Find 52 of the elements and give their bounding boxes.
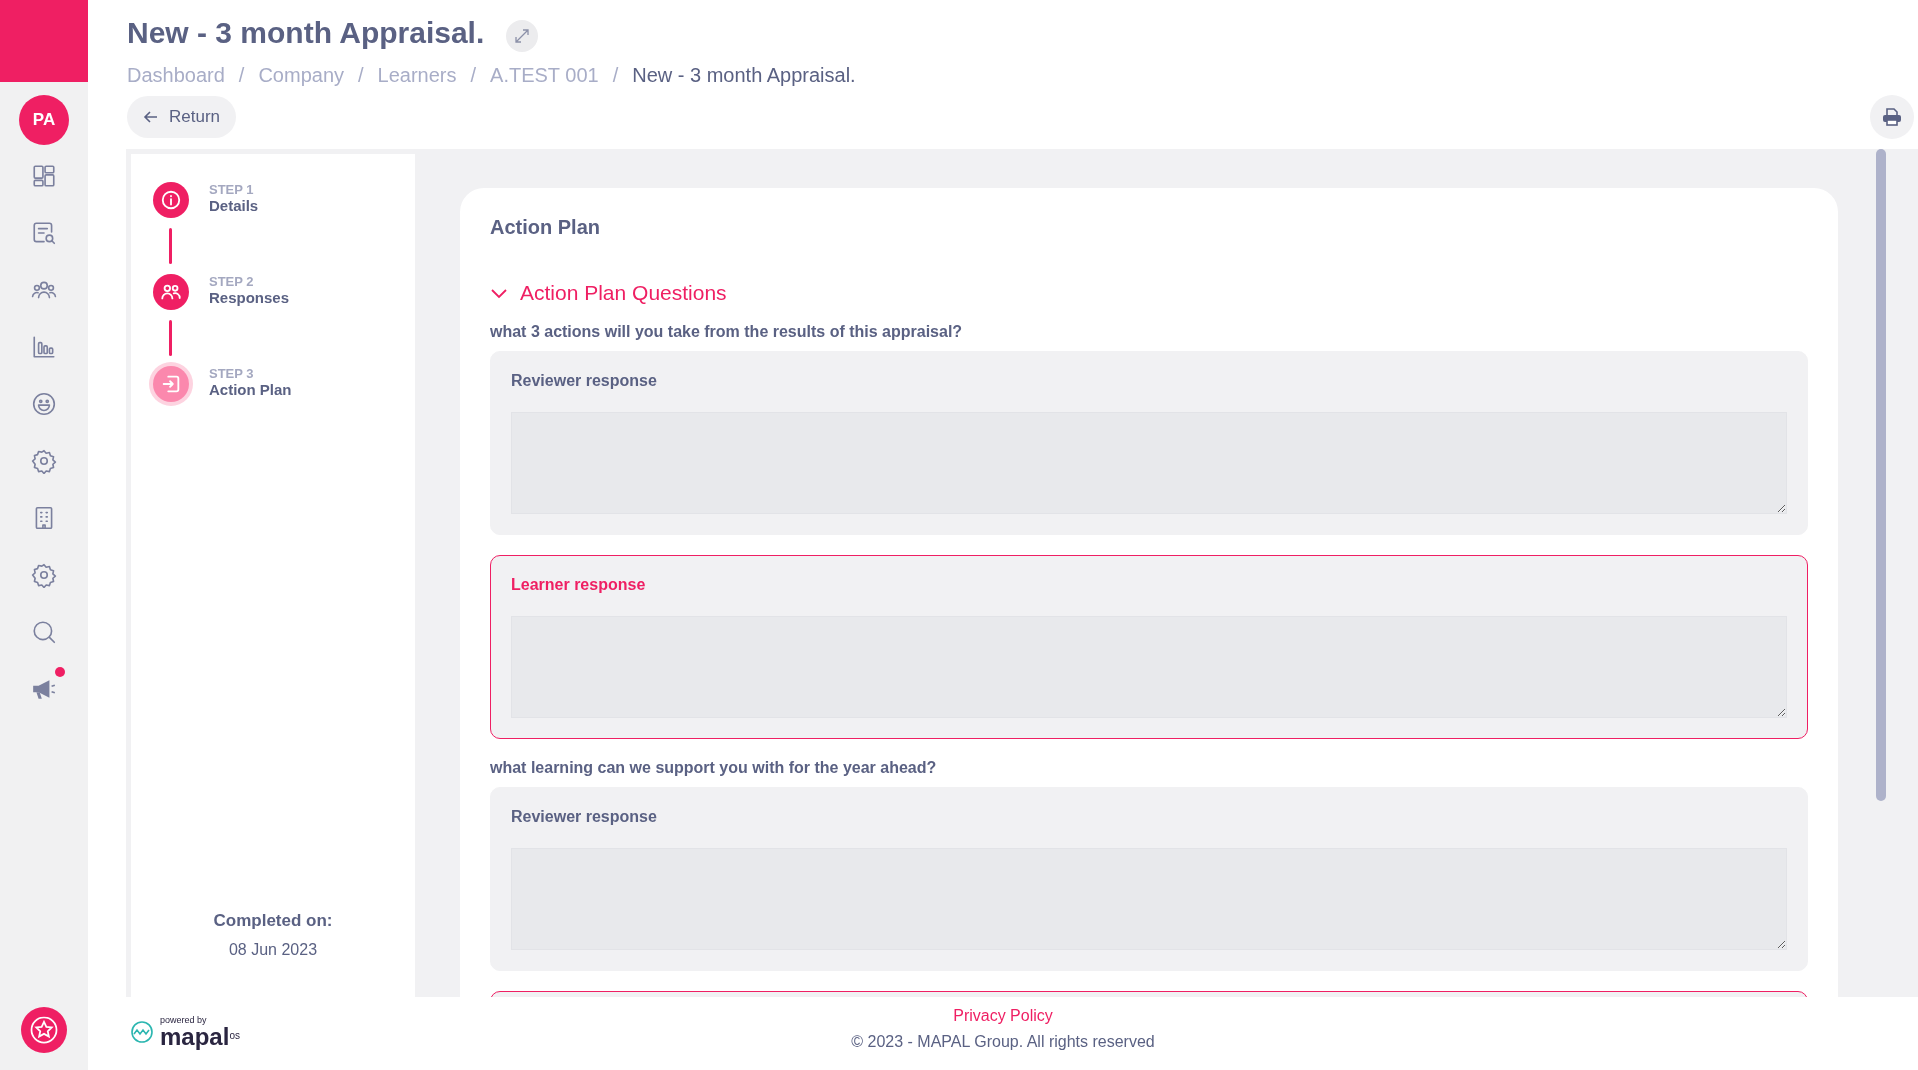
completed-label: Completed on: [213, 911, 333, 931]
question-text: what 3 actions will you take from the results of this appraisal? [490, 323, 964, 341]
step-number: STEP 1 [209, 182, 255, 197]
copyright-text: © 2023 - MAPAL Group. All rights reserved [851, 1033, 1155, 1051]
arrow-left-icon [143, 109, 159, 125]
completed-date: 08 Jun 2023 [227, 941, 319, 959]
step-label[interactable]: Details [209, 197, 259, 214]
chart-nav-icon[interactable] [31, 334, 57, 360]
breadcrumb-link[interactable]: A.TEST 001 [490, 64, 599, 87]
gear-nav-icon[interactable] [31, 562, 57, 588]
step-label[interactable]: Responses [209, 289, 290, 306]
response-field[interactable] [511, 412, 1787, 514]
response-label: Learner response [511, 576, 647, 594]
step-label[interactable]: Action Plan [209, 381, 292, 398]
gear-nav-icon[interactable] [31, 448, 57, 474]
star-badge-icon[interactable] [21, 1007, 67, 1053]
breadcrumb-separator: / [612, 64, 619, 87]
expand-icon[interactable] [506, 20, 539, 52]
smiley-nav-icon[interactable] [31, 391, 57, 417]
chevron-icon [490, 287, 508, 299]
mapal-logo: powered by mapal$^{os}$ [88, 1015, 240, 1049]
step-info-icon[interactable] [153, 182, 189, 218]
step-connector [169, 228, 172, 264]
print-icon[interactable] [1870, 95, 1914, 139]
review-nav-icon[interactable] [31, 220, 57, 246]
response-label: Reviewer response [511, 372, 658, 390]
form-title: Action Plan [490, 216, 601, 239]
response-field[interactable] [511, 616, 1787, 718]
breadcrumb-current: New - 3 month Appraisal. [632, 64, 856, 87]
step-number: STEP 3 [209, 366, 255, 381]
breadcrumb-separator: / [238, 64, 245, 87]
dashboard-nav-icon[interactable] [31, 163, 57, 189]
scrollbar[interactable] [1876, 149, 1886, 801]
breadcrumb-link[interactable]: Learners [377, 64, 457, 87]
return-button[interactable]: Return [127, 96, 237, 138]
breadcrumb-link[interactable]: Company [258, 64, 344, 87]
step-connector [169, 320, 172, 356]
step-number: STEP 2 [209, 274, 255, 289]
breadcrumb-separator: / [358, 64, 364, 87]
question-text: what learning can we support you with for the year ahead? [490, 759, 938, 777]
response-field[interactable] [511, 848, 1787, 950]
step-people-icon[interactable] [153, 274, 189, 310]
response-label: Reviewer response [511, 808, 658, 826]
notification-dot [55, 667, 65, 677]
breadcrumb-link[interactable]: Dashboard [127, 64, 225, 87]
search-nav-icon[interactable] [31, 619, 57, 645]
breadcrumb-separator: / [470, 64, 477, 87]
step-enter-icon[interactable] [153, 366, 189, 402]
section-toggle[interactable]: Action Plan Questions [490, 281, 727, 305]
privacy-policy-link[interactable]: Privacy Policy [953, 1007, 1053, 1025]
page-title: New - 3 month Appraisal. [127, 16, 485, 50]
user-avatar[interactable]: PA [19, 95, 69, 145]
